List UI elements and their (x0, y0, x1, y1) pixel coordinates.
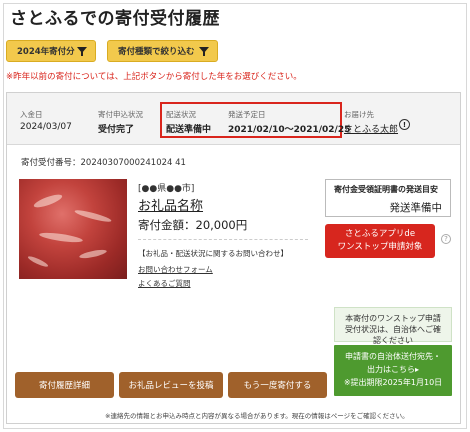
onestop-app-badge[interactable]: さとふるアプリde ワンストップ申請対象 (325, 224, 435, 258)
type-filter-button[interactable]: 寄付種類で絞り込む (107, 40, 218, 62)
donation-amount: 寄付金額：20,000円 (138, 218, 248, 232)
donation-card: 入金日 2024/03/07 寄付申込状況 受付完了 配送状況 配送準備中 発送… (6, 92, 461, 424)
application-status-label: 寄付申込状況 (98, 110, 143, 119)
receipt-number: 寄付受付番号：20240307000241024 41 (21, 158, 186, 168)
past-year-notice: ※昨年以前の寄付については、上記ボタンから寄付した年をお選びください。 (6, 72, 302, 82)
year-filter-label: 2024年寄付分 (17, 47, 75, 57)
inquiry-heading: 【お礼品・配送状況に関するお問い合わせ】 (138, 249, 288, 258)
product-image[interactable] (19, 179, 127, 279)
info-icon[interactable]: ! (399, 119, 410, 130)
donation-card-header: 入金日 2024/03/07 寄付申込状況 受付完了 配送状況 配送準備中 発送… (7, 93, 460, 145)
onestop-line2: 受付状況は、自治体へご確 (345, 325, 441, 334)
divider (138, 239, 308, 240)
donate-again-button[interactable]: もう一度寄付する (228, 372, 327, 398)
filter-icon-stem (203, 52, 205, 56)
recipient-label: お届け先 (344, 110, 374, 119)
faq-link[interactable]: よくあるご質問 (138, 278, 191, 289)
donation-history-button[interactable]: 寄付履歴詳細 (15, 372, 114, 398)
certificate-title: 寄付金受領証明書の発送目安 (334, 185, 438, 194)
shipping-status-label: 配送状況 (166, 110, 196, 119)
onestop-notice: 本寄付のワンストップ申請 受付状況は、自治体へご確 認ください (334, 307, 452, 345)
help-icon[interactable]: ? (441, 234, 451, 244)
expected-date: 2021/02/10〜2021/02/25 (228, 125, 351, 135)
page-title: さとふるでの寄付受付履歴 (10, 9, 220, 29)
app-badge-line1: さとふるアプリde (344, 229, 416, 239)
submit-line3: ※提出期限2025年1月10日 (343, 378, 443, 387)
post-review-button[interactable]: お礼品レビューを投稿 (119, 372, 223, 398)
certificate-status: 発送準備中 (389, 202, 443, 214)
prefecture-label: [●●県●●市] (138, 184, 195, 194)
certificate-box: 寄付金受領証明書の発送目安 発送準備中 (325, 179, 451, 217)
submit-line1: 申請書の自治体送付宛先・ (345, 352, 441, 361)
received-date-label: 入金日 (20, 110, 43, 119)
recipient-link[interactable]: さとふる太郎 (344, 122, 398, 135)
product-name-link[interactable]: お礼品名称 (138, 195, 203, 214)
app-badge-line2: ワンストップ申請対象 (337, 242, 423, 252)
onestop-line1: 本寄付のワンストップ申請 (345, 314, 441, 323)
application-status: 受付完了 (98, 125, 135, 135)
type-filter-label: 寄付種類で絞り込む (118, 47, 195, 57)
inquiry-form-link[interactable]: お問い合わせフォーム (138, 264, 213, 275)
year-filter-button[interactable]: 2024年寄付分 (6, 40, 96, 62)
shipping-status: 配送準備中 (166, 125, 212, 135)
filter-icon-stem (81, 52, 83, 56)
application-form-button[interactable]: 申請書の自治体送付宛先・ 出力はこちら▸ ※提出期限2025年1月10日 (334, 345, 452, 396)
footnote: ※連絡先の情報とお申込み時点と内容が異なる場合があります。現在の情報はページをご… (105, 412, 409, 420)
submit-line2: 出力はこちら▸ (366, 365, 419, 374)
expected-date-label: 発送予定日 (228, 110, 266, 119)
received-date: 2024/03/07 (20, 122, 72, 132)
